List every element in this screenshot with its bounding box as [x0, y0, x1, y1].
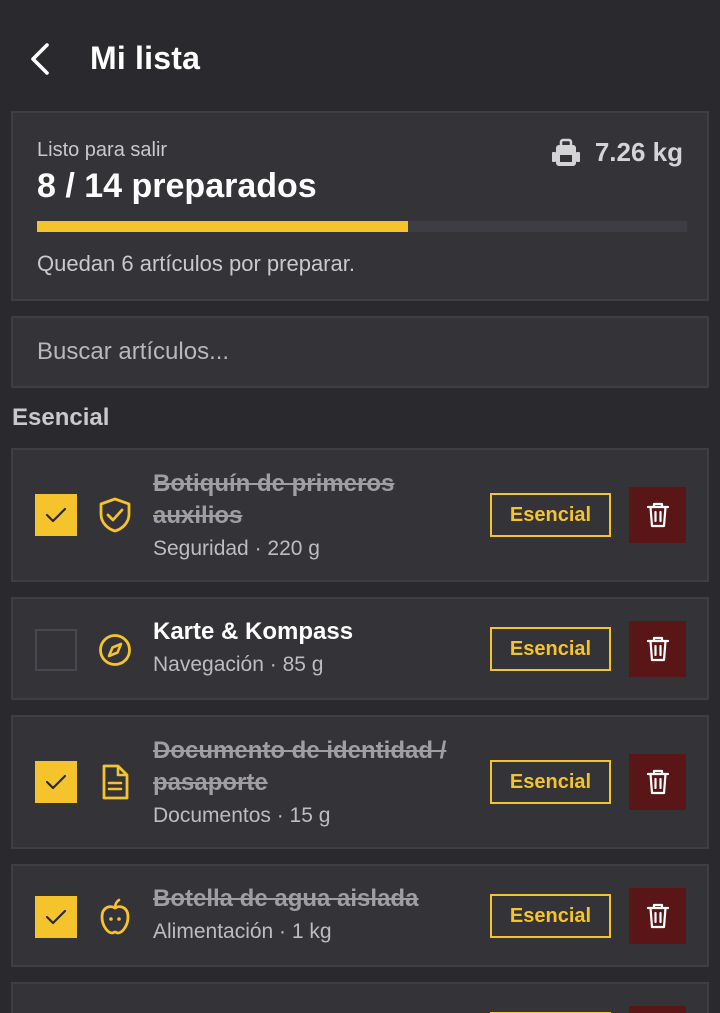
summary-card: Listo para salir 8 / 14 preparados 7.26 … [11, 111, 709, 301]
list-item: Documento de identidad / pasaporte Docum… [11, 715, 709, 849]
delete-button[interactable] [629, 888, 686, 944]
essential-tag-button[interactable]: Esencial [490, 493, 611, 537]
item-meta: Navegación · 85 g [153, 653, 324, 676]
essential-tag-button[interactable]: Esencial [490, 894, 611, 938]
progress-fill [37, 221, 409, 232]
category-icon [95, 897, 135, 937]
shield-check-icon [99, 497, 131, 533]
progress-bar [37, 221, 687, 232]
backpack-icon [551, 138, 580, 166]
item-checkbox[interactable] [35, 629, 77, 671]
trash-icon [646, 769, 669, 795]
item-checkbox[interactable] [35, 761, 77, 803]
section-title: Esencial [12, 404, 110, 431]
item-meta: Documentos · 15 g [153, 804, 331, 827]
item-text: Botiquín de primeros auxilios Seguridad … [153, 468, 473, 564]
document-icon [102, 764, 129, 800]
page-title: Mi lista [90, 40, 201, 76]
delete-button[interactable] [629, 487, 686, 543]
category-icon [95, 762, 135, 802]
search-box [11, 316, 709, 388]
item-text: Karte & Kompass Navegación · 85 g [153, 616, 473, 680]
category-icon [95, 630, 135, 670]
back-button[interactable] [22, 40, 58, 78]
list-item: Karte & Kompass Navegación · 85 g Esenci… [11, 597, 709, 700]
summary-label: Listo para salir [37, 139, 168, 161]
item-meta: Seguridad · 220 g [153, 537, 320, 560]
item-checkbox[interactable] [35, 896, 77, 938]
search-input[interactable] [13, 318, 707, 386]
trash-icon [646, 502, 669, 528]
essential-tag-button[interactable]: Esencial [490, 760, 611, 804]
compass-icon [99, 634, 131, 666]
total-weight: 7.26 kg [551, 137, 683, 168]
check-icon [45, 909, 67, 925]
trash-icon [646, 903, 669, 929]
check-icon [45, 507, 67, 523]
list-item: Botella de agua aislada Alimentación · 1… [11, 864, 709, 967]
apple-icon [100, 898, 130, 935]
item-text: Botella de agua aislada Alimentación · 1… [153, 883, 473, 947]
list-item: Botiquín de primeros auxilios Seguridad … [11, 448, 709, 582]
weight-value: 7.26 kg [594, 137, 683, 167]
delete-button[interactable] [629, 621, 686, 677]
item-name: Karte & Kompass [153, 618, 354, 645]
header: Mi lista [0, 0, 720, 110]
item-text: Documento de identidad / pasaporte Docum… [153, 735, 473, 831]
item-name: Botella de agua aislada [153, 885, 419, 912]
remaining-text: Quedan 6 artículos por preparar. [37, 251, 355, 276]
category-icon [95, 495, 135, 535]
trash-icon [646, 636, 669, 662]
chevron-left-icon [31, 43, 49, 75]
check-icon [45, 774, 67, 790]
packed-count: 8 / 14 preparados [37, 167, 317, 205]
list-item [11, 982, 709, 1013]
item-meta: Alimentación · 1 kg [153, 920, 332, 943]
item-name: Botiquín de primeros auxilios [153, 470, 395, 529]
item-name: Documento de identidad / pasaporte [153, 737, 447, 796]
delete-button[interactable] [629, 1006, 686, 1013]
app-screen: Mi lista Listo para salir 8 / 14 prepara… [0, 0, 720, 1013]
essential-tag-button[interactable]: Esencial [490, 627, 611, 671]
delete-button[interactable] [629, 754, 686, 810]
item-checkbox[interactable] [35, 494, 77, 536]
